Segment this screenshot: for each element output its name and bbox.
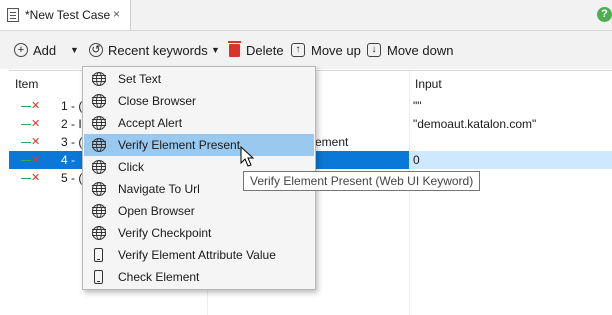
add-label: Add — [33, 42, 57, 58]
failed-x-icon: ✕ — [20, 115, 40, 133]
trash-icon — [228, 40, 241, 57]
menu-item-label: Open Browser — [118, 204, 195, 218]
globe-icon — [92, 116, 106, 130]
menu-item-verify-element-present[interactable]: Verify Element Present — [84, 134, 314, 156]
input-cell[interactable]: "" — [413, 97, 422, 115]
menu-item-check-element[interactable]: Check Element — [84, 266, 314, 288]
mobile-icon — [94, 270, 103, 284]
menu-item-label: Accept Alert — [118, 116, 183, 130]
globe-icon — [92, 226, 106, 240]
arrow-up-icon: ↑ — [291, 43, 305, 57]
move-up-button[interactable]: ↑ Move up — [291, 41, 361, 59]
caret-down-icon: ▼ — [211, 45, 220, 55]
recent-keywords-dropdown-arrow[interactable]: ▼ — [211, 41, 220, 59]
keyword-tooltip: Verify Element Present (Web UI Keyword) — [243, 171, 481, 191]
menu-item-label: Verify Element Present — [118, 138, 241, 152]
mobile-icon — [94, 248, 103, 262]
menu-item-label: Click — [118, 160, 144, 174]
selection-tail — [409, 151, 612, 169]
move-down-button[interactable]: ↓ Move down — [367, 41, 453, 59]
globe-icon — [92, 72, 106, 86]
menu-item-label: Verify Checkpoint — [118, 226, 212, 240]
toolbar: + Add ▼ ↺ Recent keywords ▼ Delete ↑ Mov… — [0, 31, 612, 69]
menu-item-label: Set Text — [118, 72, 162, 86]
history-icon: ↺ — [89, 43, 103, 57]
menu-item-open-browser[interactable]: Open Browser — [84, 200, 314, 222]
caret-down-icon: ▼ — [70, 45, 79, 55]
menu-item-set-text[interactable]: Set Text — [84, 68, 314, 90]
input-cell[interactable]: 0 — [413, 151, 420, 169]
close-icon[interactable]: × — [113, 7, 120, 21]
mouse-cursor-icon — [240, 146, 255, 167]
step-label: 1 - ( — [61, 99, 83, 113]
delete-button[interactable]: Delete — [228, 40, 284, 59]
recent-keywords-label: Recent keywords — [108, 42, 208, 58]
help-icon[interactable]: ? — [597, 7, 612, 22]
move-up-label: Move up — [311, 42, 361, 58]
plus-icon: + — [14, 43, 28, 57]
recent-keywords-button[interactable]: ↺ Recent keywords — [89, 41, 208, 59]
menu-item-label: Check Element — [118, 270, 200, 284]
step-label: 2 - I — [61, 117, 82, 131]
tab-new-test-case[interactable]: *New Test Case × — [0, 0, 131, 30]
globe-icon — [92, 94, 106, 108]
menu-item-label: Verify Element Attribute Value — [118, 248, 276, 262]
failed-x-icon: ✕ — [20, 133, 40, 151]
step-label: 5 - ( — [61, 171, 83, 185]
globe-icon — [92, 160, 106, 174]
menu-item-accept-alert[interactable]: Accept Alert — [84, 112, 314, 134]
failed-x-icon: ✕ — [20, 169, 40, 187]
test-case-icon — [7, 8, 19, 22]
delete-label: Delete — [246, 42, 284, 58]
step-label: 3 - ( — [61, 135, 83, 149]
menu-item-label: Navigate To Url — [118, 182, 200, 196]
failed-x-icon: ✕ — [20, 97, 40, 115]
failed-x-icon: ✕ — [20, 151, 40, 169]
step-label: 4 - — [61, 153, 76, 167]
object-cell[interactable]: ement — [315, 133, 348, 151]
arrow-down-icon: ↓ — [367, 43, 381, 57]
menu-item-label: Close Browser — [118, 94, 197, 108]
editor-tab-bar: *New Test Case × ? — [0, 0, 612, 31]
column-header-input[interactable]: Input — [409, 71, 612, 97]
move-down-label: Move down — [387, 42, 454, 58]
globe-icon — [92, 138, 106, 152]
add-dropdown-arrow[interactable]: ▼ — [70, 41, 79, 59]
menu-item-verify-element-attribute-value[interactable]: Verify Element Attribute Value — [84, 244, 314, 266]
tab-title: *New Test Case — [25, 8, 111, 22]
globe-icon — [92, 204, 106, 218]
globe-icon — [92, 182, 106, 196]
menu-item-close-browser[interactable]: Close Browser — [84, 90, 314, 112]
input-cell[interactable]: "demoaut.katalon.com" — [413, 115, 536, 133]
add-button[interactable]: + Add — [14, 41, 56, 59]
menu-item-verify-checkpoint[interactable]: Verify Checkpoint — [84, 222, 314, 244]
